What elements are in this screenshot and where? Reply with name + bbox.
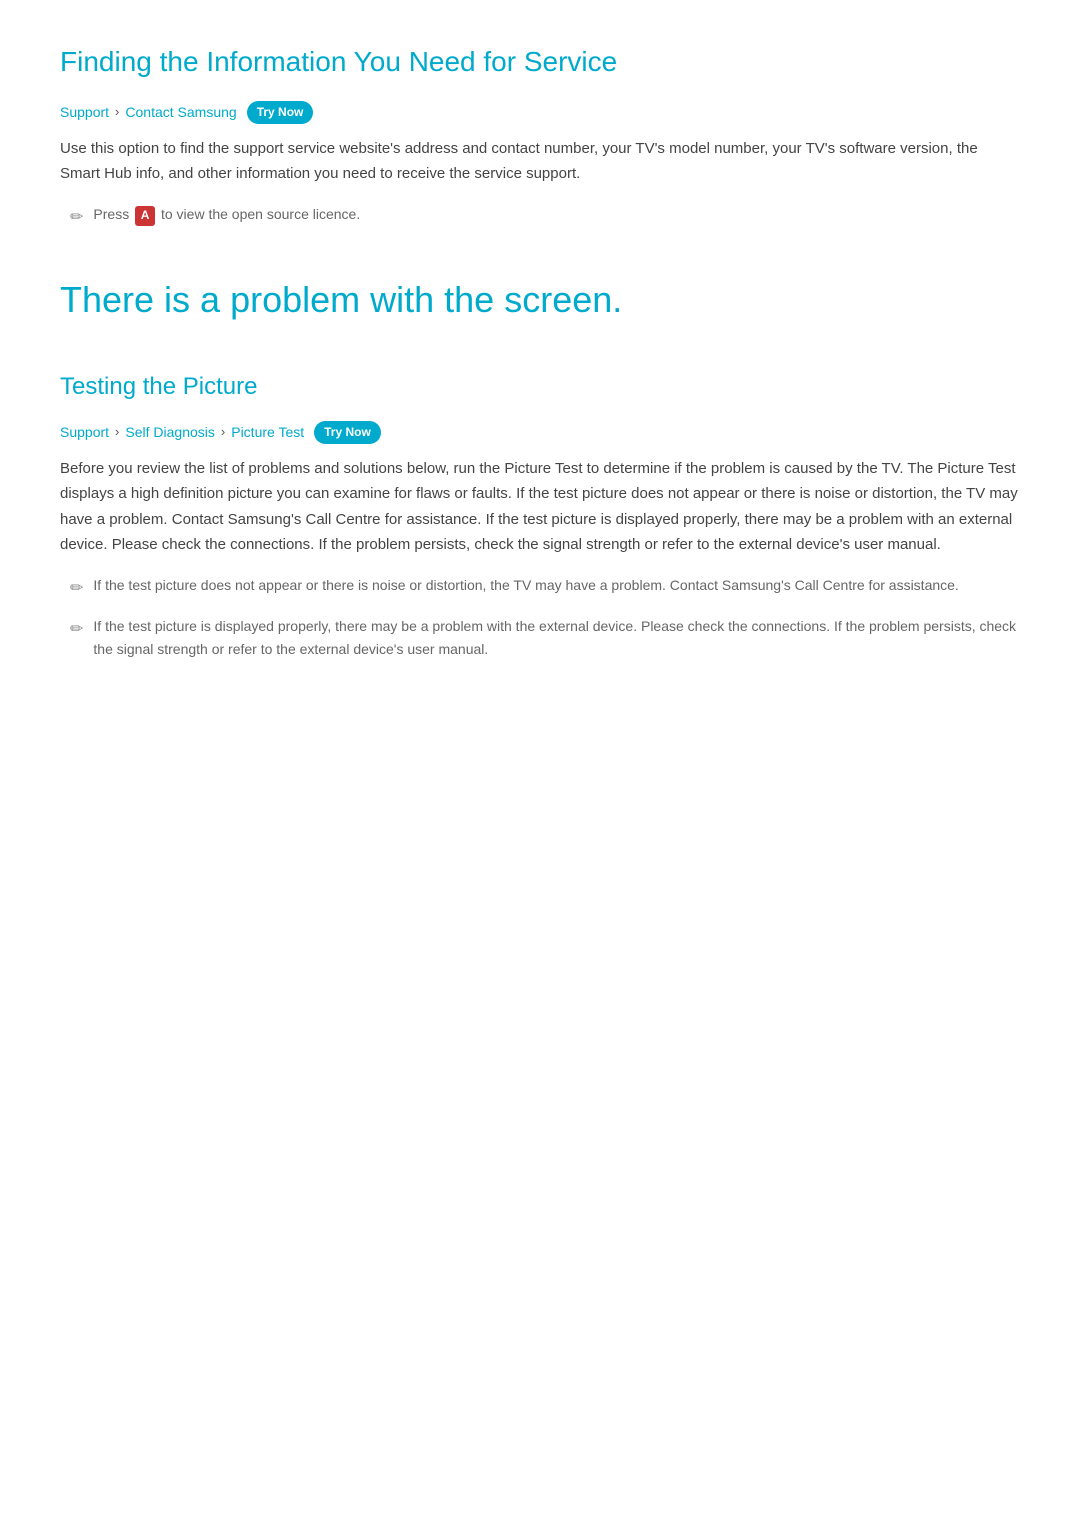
- breadcrumb-support[interactable]: Support: [60, 101, 109, 123]
- finding-info-body: Use this option to find the support serv…: [60, 136, 1020, 187]
- testing-picture-title: Testing the Picture: [60, 368, 1020, 406]
- key-a-badge: A: [135, 206, 155, 226]
- finding-info-breadcrumb: Support › Contact Samsung Try Now: [60, 101, 1020, 124]
- breadcrumb-support-2[interactable]: Support: [60, 421, 109, 443]
- testing-picture-breadcrumb: Support › Self Diagnosis › Picture Test …: [60, 421, 1020, 444]
- pencil-icon-1: ✏: [70, 205, 83, 231]
- testing-picture-body: Before you review the list of problems a…: [60, 456, 1020, 558]
- finding-info-section: Finding the Information You Need for Ser…: [60, 40, 1020, 231]
- finding-info-note-text: Press A to view the open source licence.: [93, 203, 360, 226]
- testing-note-2: ✏ If the test picture is displayed prope…: [60, 615, 1020, 660]
- breadcrumb-contact-samsung[interactable]: Contact Samsung: [125, 101, 236, 123]
- breadcrumb-picture-test[interactable]: Picture Test: [231, 421, 304, 443]
- screen-problem-section: There is a problem with the screen.: [60, 271, 1020, 329]
- testing-picture-section: Testing the Picture Support › Self Diagn…: [60, 368, 1020, 660]
- breadcrumb-separator-2: ›: [115, 422, 119, 443]
- breadcrumb-separator-1: ›: [115, 102, 119, 123]
- pencil-icon-2: ✏: [70, 576, 83, 602]
- screen-problem-title: There is a problem with the screen.: [60, 271, 1020, 329]
- testing-note-1: ✏ If the test picture does not appear or…: [60, 574, 1020, 602]
- breadcrumb-self-diagnosis[interactable]: Self Diagnosis: [125, 421, 215, 443]
- testing-note-2-text: If the test picture is displayed properl…: [93, 615, 1020, 660]
- try-now-badge-picture[interactable]: Try Now: [314, 421, 381, 444]
- finding-info-note: ✏ Press A to view the open source licenc…: [60, 203, 1020, 231]
- pencil-icon-3: ✏: [70, 617, 83, 643]
- testing-note-1-text: If the test picture does not appear or t…: [93, 574, 958, 596]
- breadcrumb-separator-3: ›: [221, 422, 225, 443]
- finding-info-title: Finding the Information You Need for Ser…: [60, 40, 1020, 85]
- try-now-badge-finding[interactable]: Try Now: [247, 101, 314, 124]
